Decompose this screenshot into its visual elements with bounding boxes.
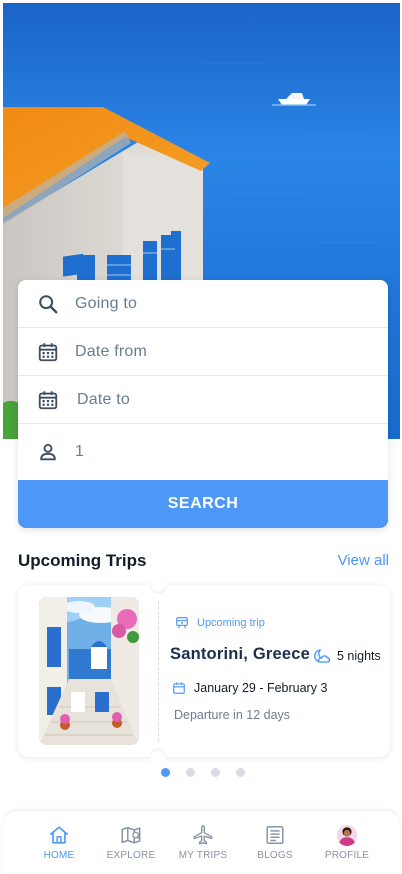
nav-explore-label: EXPLORE bbox=[106, 850, 156, 861]
view-all-link[interactable]: View all bbox=[338, 552, 389, 569]
home-icon bbox=[49, 826, 69, 844]
carousel-dot[interactable] bbox=[236, 768, 245, 777]
carousel-dot[interactable] bbox=[186, 768, 195, 777]
carousel-pagination bbox=[161, 768, 245, 777]
date-from-field[interactable]: Date from bbox=[18, 328, 388, 376]
destination-placeholder: Going to bbox=[75, 294, 138, 312]
nav-my-trips[interactable]: MY TRIPS bbox=[165, 811, 241, 873]
santorini-alley-illustration bbox=[39, 597, 139, 745]
nav-home[interactable]: HOME bbox=[21, 811, 97, 873]
date-to-placeholder: Date to bbox=[77, 390, 130, 408]
nav-profile-label: PROFILE bbox=[324, 850, 370, 861]
map-icon bbox=[121, 826, 141, 844]
trip-nights: 5 nights bbox=[313, 647, 381, 665]
bottom-navigation: HOME EXPLORE MY TRIPS BLOGS PROFILE bbox=[3, 810, 400, 872]
nav-profile[interactable]: PROFILE bbox=[309, 811, 385, 873]
trip-thumbnail bbox=[39, 597, 139, 745]
departure-board-icon bbox=[176, 617, 188, 629]
newspaper-icon bbox=[266, 826, 284, 844]
nav-blogs-label: BLOGS bbox=[257, 850, 293, 861]
search-icon bbox=[39, 294, 58, 313]
search-button[interactable]: SEARCH bbox=[18, 480, 388, 528]
person-icon bbox=[40, 443, 56, 461]
nav-home-label: HOME bbox=[43, 850, 75, 861]
moon-cloud-icon bbox=[314, 649, 331, 663]
trip-dates-label: January 29 - February 3 bbox=[194, 681, 328, 695]
trip-dates: January 29 - February 3 bbox=[172, 681, 327, 695]
avatar-icon bbox=[336, 824, 358, 846]
date-to-field[interactable]: Date to bbox=[18, 376, 388, 424]
carousel-dot[interactable] bbox=[161, 768, 170, 777]
nav-my-trips-label: MY TRIPS bbox=[178, 850, 228, 861]
trip-destination: Santorini, Greece bbox=[170, 645, 311, 663]
nav-blogs[interactable]: BLOGS bbox=[237, 811, 313, 873]
trip-nights-label: 5 nights bbox=[337, 649, 381, 663]
calendar-icon bbox=[38, 390, 58, 409]
destination-field[interactable]: Going to bbox=[18, 280, 388, 328]
section-title-upcoming-trips: Upcoming Trips bbox=[18, 551, 147, 570]
ticket-divider bbox=[158, 601, 159, 741]
nav-explore[interactable]: EXPLORE bbox=[93, 811, 169, 873]
ticket-notch bbox=[149, 576, 167, 594]
calendar-icon bbox=[173, 682, 185, 694]
airplane-icon bbox=[193, 825, 213, 845]
date-from-placeholder: Date from bbox=[75, 342, 148, 360]
carousel-dot[interactable] bbox=[211, 768, 220, 777]
trip-status: Upcoming trip bbox=[175, 616, 265, 630]
guests-value: 1 bbox=[75, 443, 85, 460]
trip-departure-countdown: Departure in 12 days bbox=[174, 708, 291, 722]
trip-status-label: Upcoming trip bbox=[197, 617, 265, 629]
calendar-icon bbox=[38, 342, 58, 361]
ticket-notch bbox=[149, 748, 167, 766]
trip-card[interactable]: Upcoming trip Santorini, Greece 5 nights… bbox=[18, 576, 390, 766]
guests-field[interactable]: 1 bbox=[18, 424, 388, 480]
search-form: Going to Date from Date to 1 SEARCH bbox=[18, 280, 388, 528]
